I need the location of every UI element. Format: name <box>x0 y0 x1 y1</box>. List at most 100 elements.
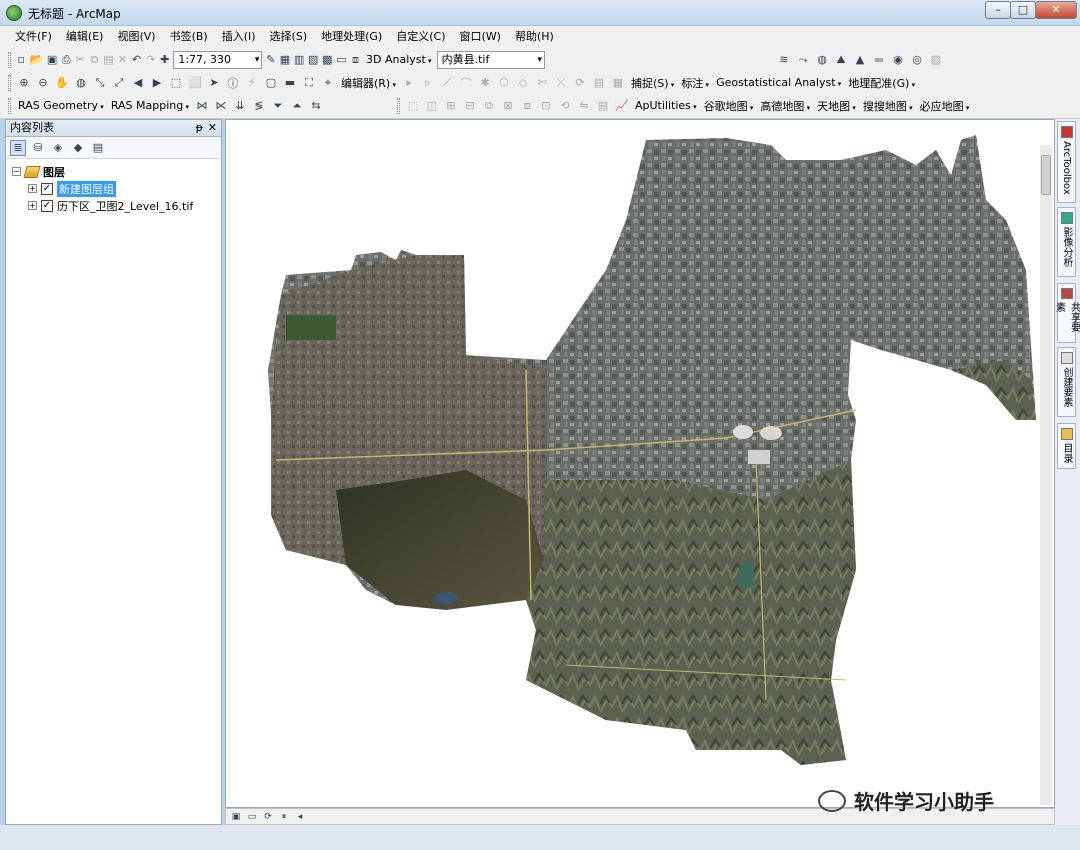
model-builder-icon[interactable]: ⧈ <box>350 52 361 68</box>
menu-customize[interactable]: 自定义(C) <box>389 26 452 48</box>
trace-icon[interactable]: ✱ <box>477 75 493 91</box>
editor-toolbar-icon[interactable]: ✎ <box>265 52 276 68</box>
arcscene-icon[interactable]: ◎ <box>909 52 925 68</box>
layer-item[interactable]: + ✓ 历下区_卫图2_Level_16.tif <box>12 197 221 214</box>
ras-levee-icon[interactable]: ⇊ <box>232 98 248 114</box>
edit-tool-icon[interactable]: ▸ <box>401 75 417 91</box>
copy-icon[interactable]: ⧉ <box>89 52 100 68</box>
ras-geometry-menu[interactable]: RAS Geometry <box>16 99 106 112</box>
pan-hand-icon[interactable]: ✋ <box>54 75 70 91</box>
layout-view-icon[interactable]: ▭ <box>246 811 258 823</box>
scroll-left-icon[interactable]: ◂ <box>294 811 306 823</box>
group-icon[interactable]: ⧉ <box>481 98 497 114</box>
zoom-out-icon[interactable]: ⊖ <box>35 75 51 91</box>
globe-icon[interactable]: ◉ <box>890 52 906 68</box>
ras-mapping-menu[interactable]: RAS Mapping <box>109 99 191 112</box>
steepest-path-icon[interactable]: ⤳ <box>795 52 811 68</box>
flip-icon[interactable]: ⇋ <box>576 98 592 114</box>
map-scale-combo[interactable]: 1:77, 330 <box>173 50 263 69</box>
arctoolbox-icon[interactable]: ▩ <box>322 52 333 68</box>
list-by-selection-icon[interactable]: ◆ <box>70 140 86 156</box>
hyperlink-icon[interactable]: ⚡ <box>244 75 260 91</box>
aputilities-menu[interactable]: ApUtilities <box>633 99 699 112</box>
open-folder-icon[interactable]: 📂 <box>30 52 44 68</box>
tianditu-map-menu[interactable]: 天地图 <box>815 98 858 114</box>
nudge-icon[interactable]: ⊡ <box>538 98 554 114</box>
menu-bookmarks[interactable]: 书签(B) <box>163 26 215 48</box>
editor-menu[interactable]: 编辑器(R) <box>339 75 398 91</box>
toolbar-grip[interactable] <box>396 97 400 114</box>
edit-vertices-icon[interactable]: ⬡ <box>496 75 512 91</box>
layout-icon[interactable]: ▨ <box>928 52 944 68</box>
attributes-icon[interactable]: ▤ <box>591 75 607 91</box>
sketch-properties-icon[interactable]: ▦ <box>610 75 626 91</box>
catalog-icon[interactable]: ▥ <box>294 52 305 68</box>
toolbar-grip[interactable] <box>8 97 11 114</box>
refresh-icon[interactable]: ⟳ <box>262 811 274 823</box>
map-display[interactable] <box>225 119 1055 808</box>
contour-icon[interactable]: ≋ <box>776 52 792 68</box>
draw-shape-icon[interactable]: ◫ <box>424 98 440 114</box>
arctoolbox-tab[interactable]: ArcToolbox <box>1057 121 1076 203</box>
table-icon[interactable]: ▤ <box>595 98 611 114</box>
cut-polygons-icon[interactable]: ✄ <box>534 75 550 91</box>
catalog-tab[interactable]: 目录 <box>1057 423 1076 469</box>
order-icon[interactable]: ⧈ <box>519 98 535 114</box>
image-analysis-tab[interactable]: 影像分析 <box>1057 207 1076 277</box>
collapse-icon[interactable]: − <box>12 167 21 176</box>
menu-help[interactable]: 帮助(H) <box>508 26 561 48</box>
layout-guide-icon[interactable]: ⊞ <box>443 98 459 114</box>
soso-map-menu[interactable]: 搜搜地图 <box>861 98 915 114</box>
layer-label[interactable]: 历下区_卫图2_Level_16.tif <box>57 198 193 214</box>
find-icon[interactable]: ⛶ <box>301 75 317 91</box>
back-arrow-icon[interactable]: ◀ <box>130 75 146 91</box>
python-window-icon[interactable]: ▭ <box>336 52 347 68</box>
menu-windows[interactable]: 窗口(W) <box>453 26 508 48</box>
menu-edit[interactable]: 编辑(E) <box>59 26 111 48</box>
gaode-map-menu[interactable]: 高德地图 <box>758 98 812 114</box>
clear-selection-icon[interactable]: ⬜ <box>187 75 203 91</box>
minimize-button[interactable]: – <box>985 1 1011 19</box>
add-data-icon[interactable]: ✚ <box>159 52 170 68</box>
labeling-menu[interactable]: 标注 <box>679 75 711 91</box>
reshape-icon[interactable]: ◇ <box>515 75 531 91</box>
list-by-visibility-icon[interactable]: ◈ <box>50 140 66 156</box>
align-icon[interactable]: ⊟ <box>462 98 478 114</box>
menu-insert[interactable]: 插入(I) <box>215 26 263 48</box>
delete-icon[interactable]: ✕ <box>117 52 128 68</box>
new-document-icon[interactable]: ▫ <box>16 52 27 68</box>
ras-lateral-icon[interactable]: ⏶ <box>289 98 305 114</box>
menu-view[interactable]: 视图(V) <box>110 26 162 48</box>
draw-tool-icon[interactable]: ⬚ <box>405 98 421 114</box>
menu-geoprocessing[interactable]: 地理处理(G) <box>314 26 389 48</box>
ras-xs-icon[interactable]: ⋉ <box>213 98 229 114</box>
print-icon[interactable]: ⎙ <box>61 52 72 68</box>
ras-flow-icon[interactable]: ⋈ <box>194 98 210 114</box>
edit-annotation-icon[interactable]: ▹ <box>420 75 436 91</box>
layer-visibility-checkbox[interactable]: ✓ <box>41 199 53 212</box>
pin-icon[interactable]: ᵽ <box>196 120 203 136</box>
profile-graph-icon[interactable]: ▬ <box>871 52 887 68</box>
zoom-in-icon[interactable]: ⊕ <box>16 75 32 91</box>
layer-visibility-checkbox[interactable]: ✓ <box>41 182 53 195</box>
end-point-arc-icon[interactable]: ⌒ <box>458 75 474 91</box>
surface-icon[interactable]: ▲ <box>852 52 868 68</box>
maximize-button[interactable]: □ <box>1010 1 1036 19</box>
list-by-drawing-order-icon[interactable]: ≣ <box>10 139 26 156</box>
pause-drawing-icon[interactable]: ⏸ <box>278 811 290 823</box>
menu-selection[interactable]: 选择(S) <box>263 26 315 48</box>
rotate-element-icon[interactable]: ⟲ <box>557 98 573 114</box>
profile-icon[interactable]: ⛰ <box>833 52 849 68</box>
toolbar-grip[interactable] <box>8 51 11 68</box>
ras-ineffective-icon[interactable]: ≶ <box>251 98 267 114</box>
menu-file[interactable]: 文件(F) <box>8 26 59 48</box>
undo-icon[interactable]: ↶ <box>131 52 142 68</box>
list-by-source-icon[interactable]: ⛁ <box>30 140 46 156</box>
close-button[interactable]: ✕ <box>1035 1 1077 19</box>
identify-icon[interactable]: ⓘ <box>225 75 241 91</box>
cut-icon[interactable]: ✂ <box>75 52 86 68</box>
shared-features-tab[interactable]: 共享要素 <box>1054 283 1080 343</box>
forward-arrow-icon[interactable]: ▶ <box>149 75 165 91</box>
paste-icon[interactable]: ▤ <box>103 52 114 68</box>
layer-select-combo[interactable]: 内黄县.tif <box>436 50 546 69</box>
